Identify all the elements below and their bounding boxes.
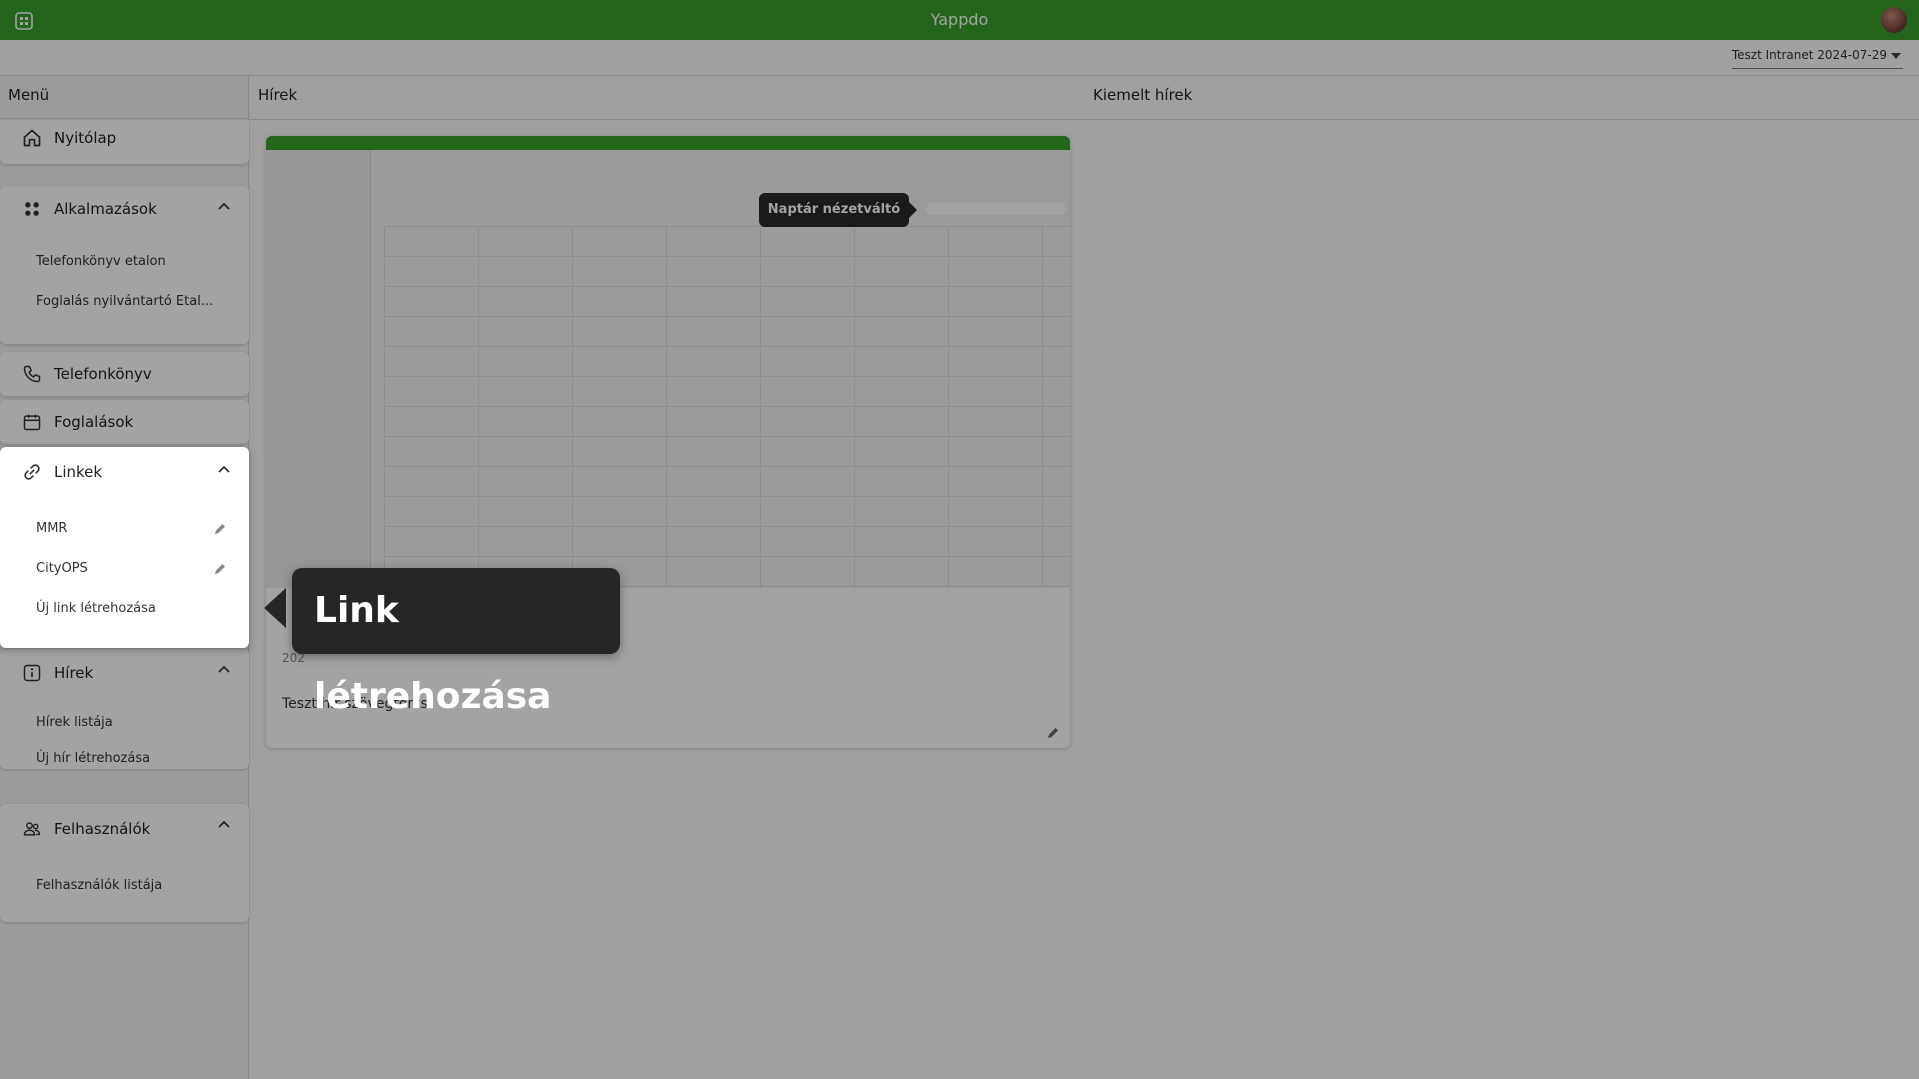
sidebar-item-news-list[interactable]: Hírek listája xyxy=(0,705,249,741)
tutorial-tooltip: Link létrehozása xyxy=(292,568,620,717)
header-divider xyxy=(250,119,1919,120)
sidebar-item-home[interactable]: Nyitólap xyxy=(0,120,249,164)
user-avatar[interactable] xyxy=(1881,7,1907,33)
screenshot-view-switcher xyxy=(926,203,1066,215)
sidebar-item-users-list[interactable]: Felhasználók listája xyxy=(0,866,249,906)
sidebar-group-apps: Alkalmazások Telefonkönyv etalon Foglalá… xyxy=(0,186,249,344)
sidebar-group-links: Linkek MMR CityOPS Új link létrehozása xyxy=(0,447,249,648)
screenshot-top-bar xyxy=(266,136,1070,150)
sidebar-group-news: Hírek Hírek listája Új hír létrehozása xyxy=(0,649,249,769)
news-column-title: Hírek xyxy=(258,86,298,104)
app-top-bar: Yappdo xyxy=(0,0,1919,40)
edit-icon[interactable] xyxy=(213,562,227,576)
calendar-icon xyxy=(23,414,41,431)
edit-icon[interactable] xyxy=(1046,726,1060,740)
chevron-up-icon[interactable] xyxy=(217,200,231,214)
sidebar-item-link-cityops[interactable]: CityOPS xyxy=(0,549,249,589)
screenshot-sidebar xyxy=(266,150,371,588)
chevron-up-icon[interactable] xyxy=(217,463,231,477)
sidebar-group-users-header[interactable]: Felhasználók xyxy=(0,804,249,854)
link-label: CityOPS xyxy=(36,561,88,576)
sidebar-item-phonebook-etalon[interactable]: Telefonkönyv etalon xyxy=(0,242,249,282)
tenant-select[interactable]: Teszt Intranet 2024-07-29 xyxy=(1731,46,1903,69)
info-icon xyxy=(23,664,41,682)
sidebar-item-label: Telefonkönyv xyxy=(54,365,152,383)
sidebar-group-news-header[interactable]: Hírek xyxy=(0,649,249,697)
news-image: Naptár nézetváltó xyxy=(266,136,1070,588)
phone-icon xyxy=(23,365,41,383)
sidebar-group-links-header[interactable]: Linkek xyxy=(0,447,249,497)
tenant-select-value: Teszt Intranet 2024-07-29 xyxy=(1731,48,1887,62)
sidebar-item-news-create[interactable]: Új hír létrehozása xyxy=(0,741,249,777)
app-title: Yappdo xyxy=(930,10,989,29)
sidebar-item-link-create[interactable]: Új link létrehozása xyxy=(0,589,249,629)
link-label: MMR xyxy=(36,521,68,536)
sidebar-item-booking-etalon[interactable]: Foglalás nyilvántartó Etal... xyxy=(0,282,249,322)
sidebar-item-label: Foglalások xyxy=(54,413,134,431)
edit-icon[interactable] xyxy=(213,522,227,536)
sidebar-group-label: Linkek xyxy=(54,463,103,481)
tutorial-tooltip-arrow xyxy=(264,588,286,628)
home-icon xyxy=(23,129,41,147)
chevron-up-icon[interactable] xyxy=(217,818,231,832)
sidebar-group-label: Felhasználók xyxy=(54,820,151,838)
sidebar-item-link-mmr[interactable]: MMR xyxy=(0,509,249,549)
chevron-up-icon[interactable] xyxy=(217,663,231,677)
sidebar-group-users: Felhasználók Felhasználók listája xyxy=(0,804,249,922)
screenshot-tooltip: Naptár nézetváltó xyxy=(759,193,909,227)
apps-icon xyxy=(25,202,39,216)
screenshot-tooltip-arrow xyxy=(909,202,917,218)
link-icon xyxy=(24,464,40,480)
sidebar-item-phonebook[interactable]: Telefonkönyv xyxy=(0,352,249,396)
tenant-bar: Teszt Intranet 2024-07-29 xyxy=(0,40,1919,76)
featured-news-column-title: Kiemelt hírek xyxy=(1093,86,1193,104)
screenshot-calendar-grid xyxy=(384,226,1070,588)
caret-down-icon xyxy=(1891,53,1901,59)
sidebar-title: Menü xyxy=(0,76,248,119)
sidebar-item-label: Nyitólap xyxy=(54,129,117,147)
sidebar-group-label: Alkalmazások xyxy=(54,200,157,218)
users-icon xyxy=(23,822,41,836)
sidebar-group-label: Hírek xyxy=(54,664,94,682)
sidebar-group-apps-header[interactable]: Alkalmazások xyxy=(0,186,249,232)
sidebar-item-bookings[interactable]: Foglalások xyxy=(0,400,249,444)
